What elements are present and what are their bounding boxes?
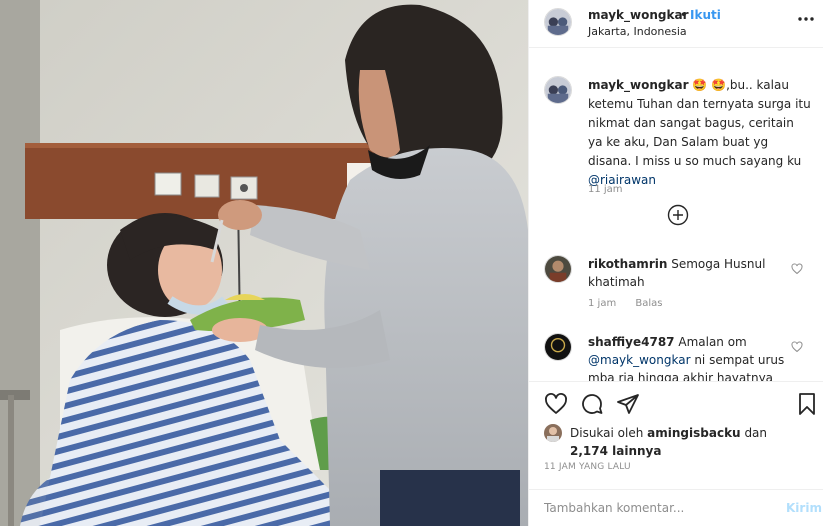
commenter-avatar[interactable] — [544, 333, 572, 361]
post-photo[interactable] — [0, 0, 528, 526]
post-details-panel: mayk_wongkar • Ikuti Jakarta, Indonesia … — [528, 0, 823, 526]
commenter-username[interactable]: rikothamrin — [588, 257, 667, 271]
comment-input[interactable] — [544, 498, 769, 518]
comments-list[interactable]: mayk_wongkar 🤩 🤩,bu.. kalau ketemu Tuhan… — [529, 48, 823, 381]
caption-text: mayk_wongkar 🤩 🤩,bu.. kalau ketemu Tuhan… — [588, 76, 812, 190]
follow-button[interactable]: Ikuti — [690, 8, 721, 22]
caption-time: 11 jam — [588, 184, 623, 195]
emoji-1: 🤩 — [692, 78, 708, 92]
commenter-avatar[interactable] — [544, 255, 572, 283]
post-time-ago: 11 JAM YANG LALU — [544, 462, 631, 472]
action-bar: Disukai oleh amingisbacku dan 2,174 lain… — [529, 381, 823, 489]
post-location[interactable]: Jakarta, Indonesia — [588, 25, 687, 38]
author-username[interactable]: mayk_wongkar — [588, 8, 689, 22]
comment-bubble-icon[interactable] — [580, 392, 604, 416]
heart-icon[interactable] — [544, 392, 568, 416]
commenter-username[interactable]: shaffiye4787 — [588, 335, 675, 349]
bookmark-icon[interactable] — [795, 392, 819, 416]
liker-avatar[interactable] — [544, 424, 562, 442]
comment-mention[interactable]: @mayk_wongkar — [588, 353, 691, 367]
send-button[interactable]: Kirim — [786, 501, 822, 515]
comment-heart-icon[interactable] — [791, 341, 803, 353]
comment-meta: 1 jam Balas — [588, 298, 679, 309]
paper-plane-icon[interactable] — [616, 392, 640, 416]
more-dots-icon[interactable] — [797, 10, 815, 28]
comment-time: 1 jam — [588, 298, 617, 309]
plus-circle-icon[interactable] — [667, 204, 689, 226]
comment-body-start: Amalan om — [678, 335, 747, 349]
likes-prefix: Disukai oleh — [570, 426, 644, 440]
emoji-2: 🤩 — [711, 78, 727, 92]
header-separator: • — [680, 8, 688, 22]
comment-heart-icon[interactable] — [791, 263, 803, 275]
liker-username[interactable]: amingisbacku — [647, 426, 740, 440]
caption-avatar[interactable] — [544, 76, 572, 104]
comment-text: shaffiye4787 Amalan om @mayk_wongkar ni … — [588, 333, 788, 381]
likes-text: Disukai oleh amingisbacku dan 2,174 lain… — [570, 424, 800, 460]
photo-image — [0, 0, 528, 526]
reply-button[interactable]: Balas — [635, 298, 662, 309]
comment-composer: Kirim — [529, 489, 823, 526]
likes-count[interactable]: 2,174 lainnya — [570, 444, 661, 458]
comment-text: rikothamrin Semoga Husnul khatimah — [588, 255, 788, 291]
likes-and: dan — [744, 426, 768, 440]
author-avatar[interactable] — [544, 8, 572, 36]
post-header: mayk_wongkar • Ikuti Jakarta, Indonesia — [529, 0, 823, 48]
caption-username[interactable]: mayk_wongkar — [588, 78, 689, 92]
